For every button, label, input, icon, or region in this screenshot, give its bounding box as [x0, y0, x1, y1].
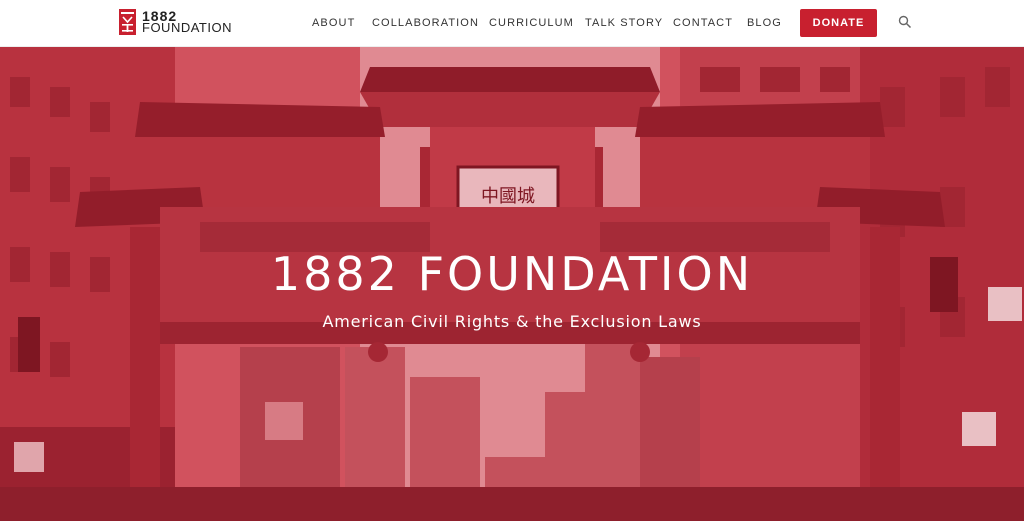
donate-button[interactable]: DONATE: [800, 9, 877, 37]
logo-line2: FOUNDATION: [142, 20, 232, 35]
hero-banner: 中國城 1882 FOUNDATION American Civil Right…: [0, 47, 1024, 521]
hero-title: 1882 FOUNDATION: [270, 247, 754, 301]
site-header: 1882 FOUNDATION ABOUT COLLABORATION CURR…: [0, 0, 1024, 47]
nav-blog[interactable]: BLOG: [747, 17, 782, 29]
nav-contact[interactable]: CONTACT: [673, 17, 733, 29]
hero-subtitle: American Civil Rights & the Exclusion La…: [322, 312, 702, 331]
nav-curriculum[interactable]: CURRICULUM: [489, 17, 574, 29]
nav-talk-story[interactable]: TALK STORY: [585, 17, 663, 29]
logo-text: 1882 FOUNDATION: [142, 9, 232, 35]
search-icon[interactable]: [898, 15, 912, 29]
gate-sign-text: 中國城: [481, 186, 535, 207]
logo-mark-icon: [119, 9, 136, 35]
nav-collaboration[interactable]: COLLABORATION: [372, 17, 479, 29]
nav-about[interactable]: ABOUT: [312, 17, 355, 29]
site-logo[interactable]: 1882 FOUNDATION: [119, 9, 232, 35]
